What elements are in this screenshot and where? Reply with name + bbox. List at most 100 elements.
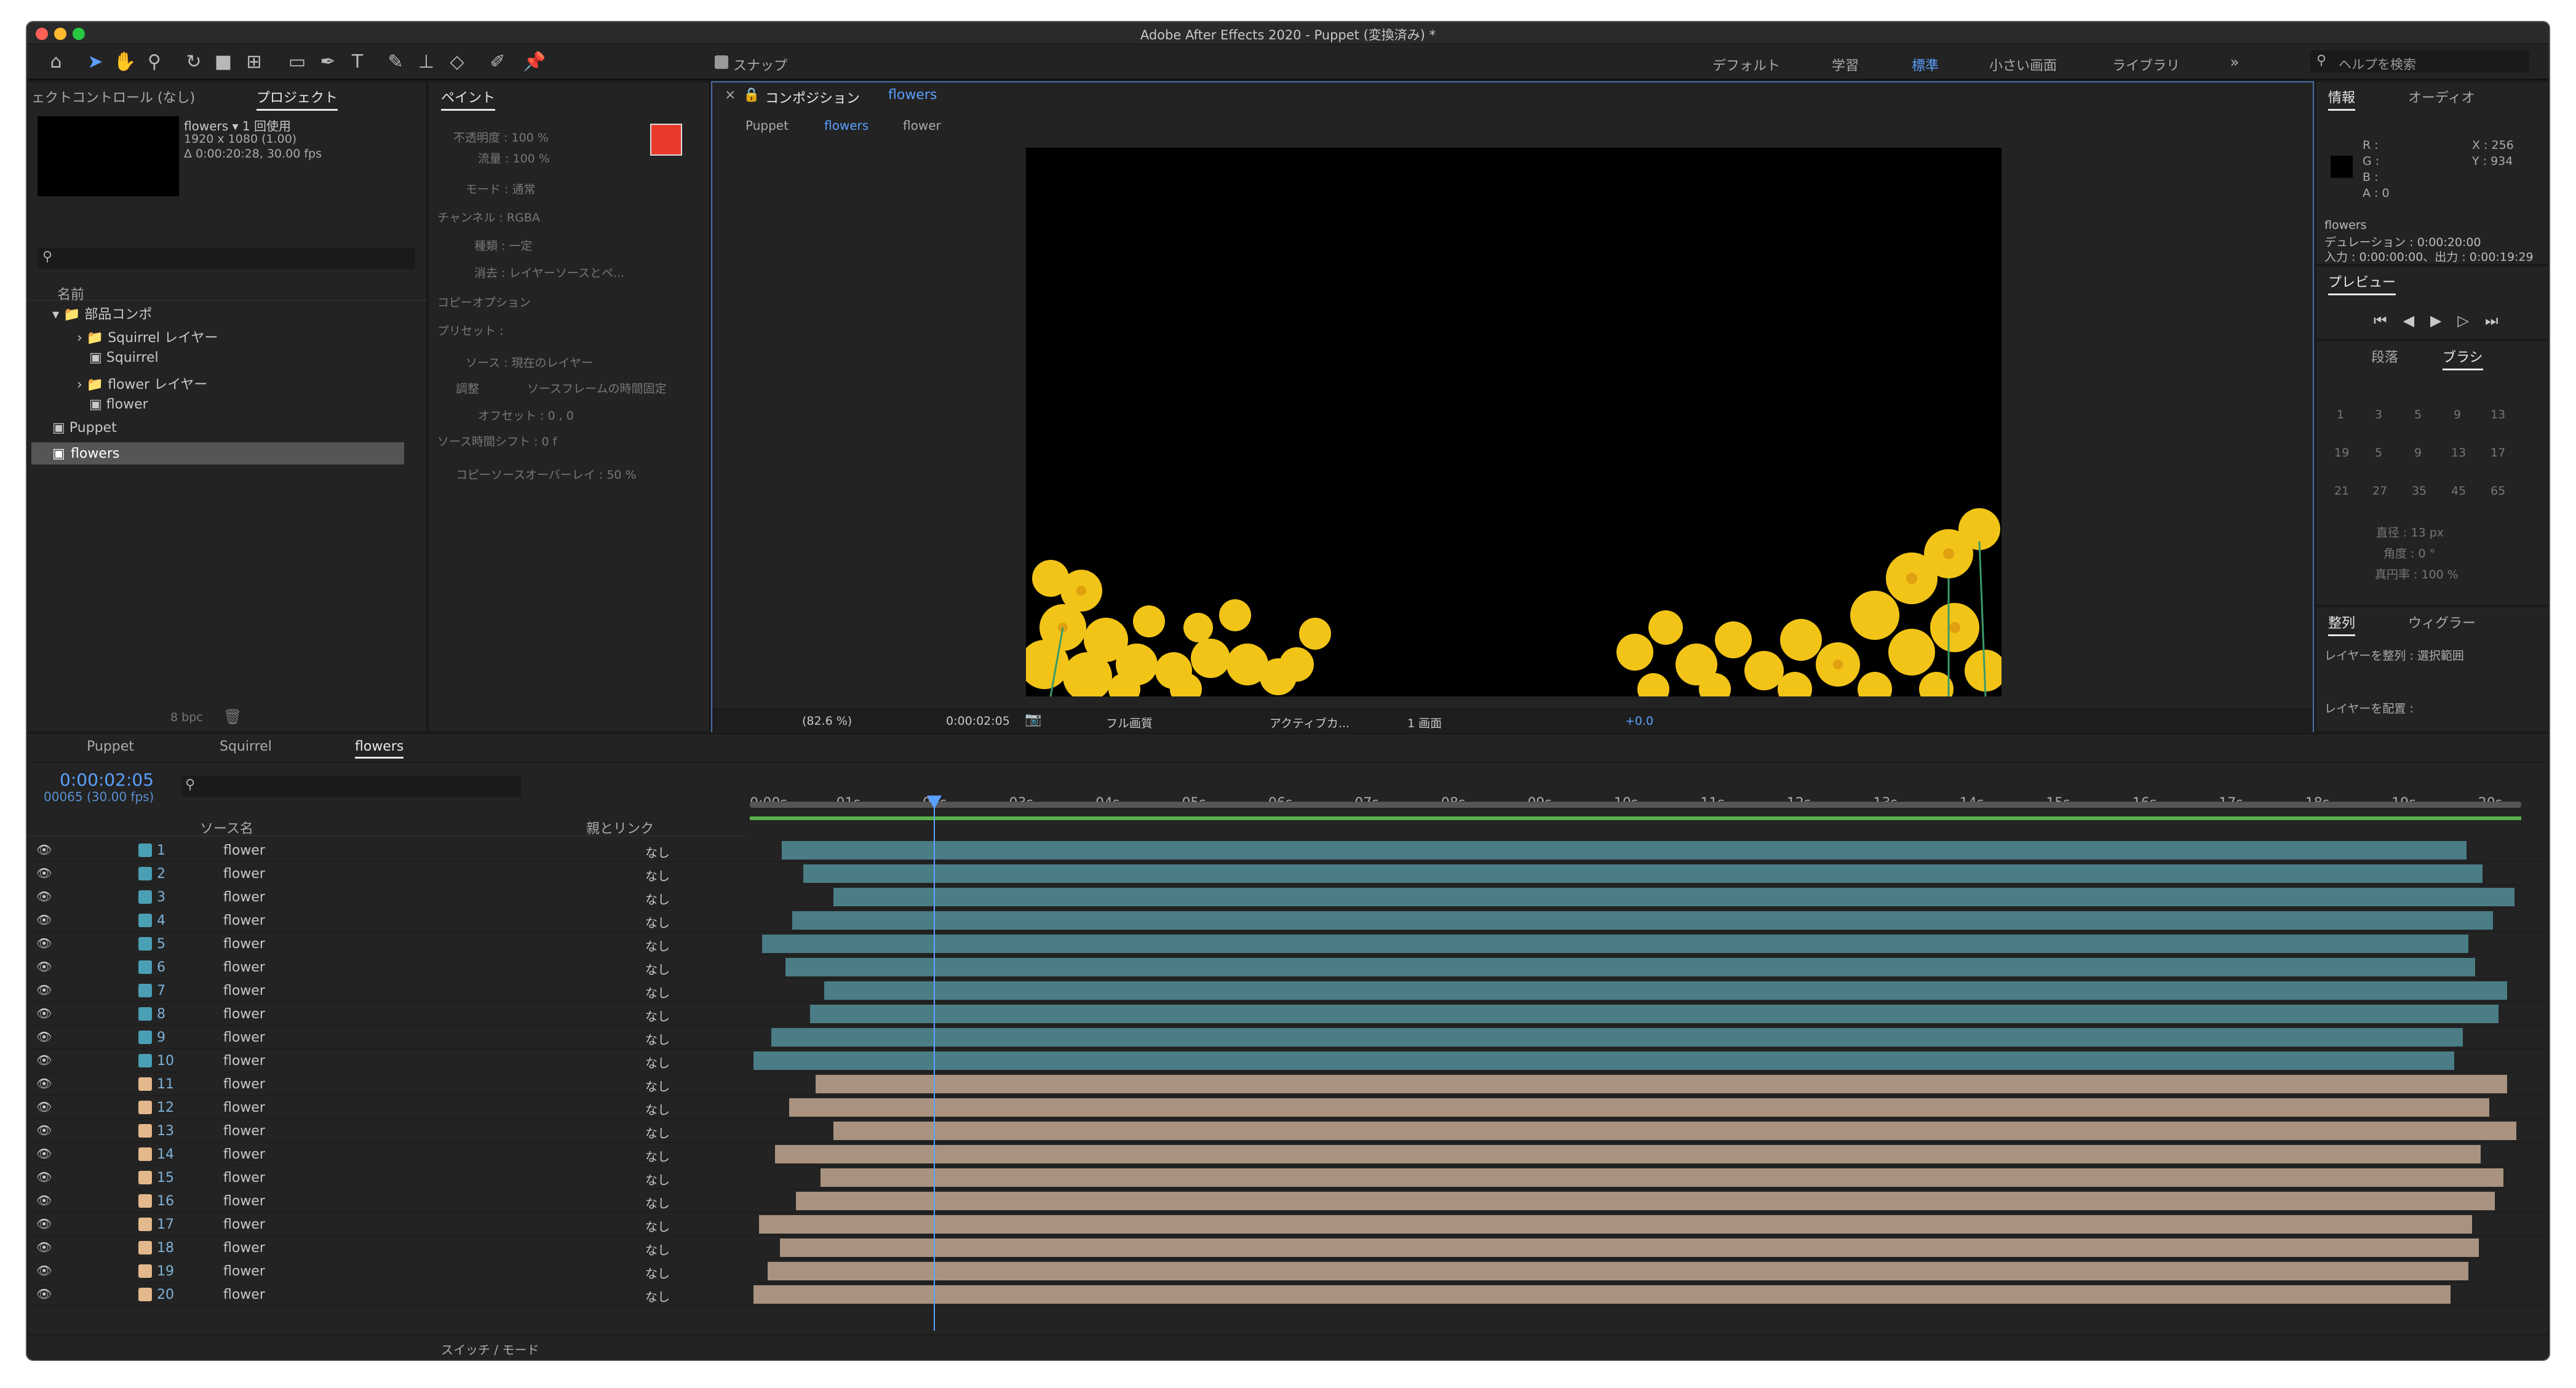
parent-dropdown[interactable]: なし (645, 983, 670, 1001)
layer-duration-bar[interactable] (774, 1145, 2481, 1163)
layer-row[interactable]: 👁 13 flower なし (28, 1119, 2549, 1143)
hand-tool-icon[interactable]: ✋ (113, 50, 137, 74)
visibility-eye-icon[interactable]: 👁 (36, 1123, 52, 1138)
clone-offset[interactable]: オフセット : 0 , 0 (478, 407, 574, 423)
layer-row[interactable]: 👁 14 flower なし (28, 1143, 2549, 1166)
layer-duration-bar[interactable] (762, 935, 2468, 953)
clone-overlay-checkbox[interactable]: コピーソースオーバーレイ : 50 % (456, 466, 637, 482)
parent-dropdown[interactable]: なし (645, 1007, 670, 1024)
composition-viewer[interactable] (1026, 148, 2002, 696)
home-icon[interactable]: ⌂ (44, 50, 68, 74)
paint-duration[interactable]: 種類 : 一定 (474, 237, 532, 253)
tab-timeline-flowers[interactable]: flowers (355, 739, 404, 759)
layer-duration-bar[interactable] (753, 1051, 2454, 1070)
label-color-swatch[interactable] (138, 1077, 152, 1091)
label-color-swatch[interactable] (138, 890, 152, 904)
layer-name[interactable]: flower (223, 866, 265, 882)
layer-name[interactable]: flower (223, 1264, 265, 1279)
paint-opacity[interactable]: 不透明度 : 100 % (453, 129, 549, 145)
visibility-eye-icon[interactable]: 👁 (36, 1076, 52, 1091)
parent-dropdown[interactable]: なし (645, 890, 670, 907)
paint-channel[interactable]: チャンネル : RGBA (437, 209, 540, 225)
layer-duration-bar[interactable] (803, 864, 2483, 883)
label-color-swatch[interactable] (138, 1194, 152, 1208)
trash-icon[interactable]: 🗑 (223, 708, 242, 725)
tab-wiggler[interactable]: ウィグラー (2408, 612, 2476, 632)
label-color-swatch[interactable] (138, 1007, 152, 1021)
zoom-dropdown[interactable]: (82.6 %) (802, 714, 852, 728)
layer-duration-bar[interactable] (792, 911, 2494, 930)
tab-paint[interactable]: ペイント (441, 87, 496, 111)
layer-duration-bar[interactable] (782, 841, 2467, 860)
workspace-libraries[interactable]: ライブラリ (2112, 55, 2180, 74)
layer-duration-bar[interactable] (771, 1028, 2463, 1047)
tab-align[interactable]: 整列 (2328, 612, 2356, 636)
parent-dropdown[interactable]: なし (645, 1123, 670, 1141)
layer-duration-bar[interactable] (789, 1098, 2490, 1117)
layer-name[interactable]: flower (223, 960, 265, 975)
brush-diameter[interactable]: 直径 : 13 px (2376, 524, 2444, 540)
layer-row[interactable]: 👁 8 flower なし (28, 1002, 2549, 1026)
rectangle-tool-icon[interactable]: ▭ (285, 50, 309, 74)
roto-brush-tool-icon[interactable]: ✐ (486, 50, 509, 74)
layer-name[interactable]: flower (223, 1007, 265, 1022)
clone-lock-source-checkbox[interactable]: ソースフレームの時間固定 (527, 380, 666, 396)
layer-name[interactable]: flower (223, 983, 265, 999)
label-color-swatch[interactable] (138, 844, 152, 857)
label-color-swatch[interactable] (138, 1171, 152, 1184)
layer-duration-bar[interactable] (780, 1238, 2479, 1257)
layer-row[interactable]: 👁 20 flower なし (28, 1283, 2549, 1306)
layer-name[interactable]: flower (223, 1217, 265, 1232)
label-color-swatch[interactable] (138, 1241, 152, 1254)
views-dropdown[interactable]: 1 画面 (1407, 714, 1442, 731)
tab-brushes[interactable]: ブラシ (2443, 346, 2483, 370)
pen-tool-icon[interactable]: ✒ (316, 50, 340, 74)
layer-duration-bar[interactable] (815, 1075, 2508, 1093)
visibility-eye-icon[interactable]: 👁 (36, 1146, 52, 1161)
layer-row[interactable]: 👁 7 flower なし (28, 979, 2549, 1002)
breadcrumb-flower[interactable]: flower (903, 118, 941, 133)
tab-audio[interactable]: オーディオ (2408, 87, 2475, 106)
parent-dropdown[interactable]: なし (645, 913, 670, 931)
workspace-learn[interactable]: 学習 (1832, 55, 1859, 74)
visibility-eye-icon[interactable]: 👁 (36, 889, 52, 904)
tab-info[interactable]: 情報 (2328, 87, 2356, 111)
parent-dropdown[interactable]: なし (645, 1030, 670, 1048)
brush-roundness[interactable]: 真円率 : 100 % (2375, 565, 2459, 582)
snap-checkbox[interactable] (715, 55, 728, 69)
layer-name[interactable]: flower (223, 1123, 265, 1139)
work-area-bar[interactable] (750, 802, 2521, 808)
parent-dropdown[interactable]: なし (645, 1240, 670, 1258)
breadcrumb-puppet[interactable]: Puppet (745, 118, 789, 133)
workspace-small-screen[interactable]: 小さい画面 (1989, 55, 2057, 74)
help-search-input[interactable]: ⚲ ヘルプを検索 (2310, 50, 2529, 73)
project-item[interactable]: ▣ Squirrel (89, 350, 159, 365)
layer-row[interactable]: 👁 19 flower なし (28, 1259, 2549, 1283)
layer-row[interactable]: 👁 5 flower なし (28, 932, 2549, 955)
layer-duration-bar[interactable] (833, 1122, 2516, 1140)
foreground-color-swatch[interactable] (650, 124, 682, 156)
parent-dropdown[interactable]: なし (645, 960, 670, 978)
label-color-swatch[interactable] (138, 1054, 152, 1067)
layer-row[interactable]: 👁 4 flower なし (28, 909, 2549, 932)
puppet-pin-tool-icon[interactable]: 📌 (523, 50, 546, 74)
parent-dropdown[interactable]: なし (645, 1287, 670, 1305)
timeline-timecode[interactable]: 0:00:02:05 (60, 770, 154, 790)
exposure-value[interactable]: +0.0 (1625, 714, 1653, 728)
layer-name[interactable]: flower (223, 1053, 265, 1069)
label-color-swatch[interactable] (138, 1124, 152, 1138)
label-color-swatch[interactable] (138, 1288, 152, 1301)
tab-preview[interactable]: プレビュー (2328, 271, 2396, 295)
layer-row[interactable]: 👁 11 flower なし (28, 1072, 2549, 1096)
timeline-search-input[interactable]: ⚲ (181, 776, 521, 797)
column-name[interactable]: 名前 (57, 284, 84, 303)
layer-name[interactable]: flower (223, 936, 265, 952)
visibility-eye-icon[interactable]: 👁 (36, 1286, 52, 1301)
project-item[interactable]: ▣ Puppet (52, 420, 117, 436)
layer-row[interactable]: 👁 16 flower なし (28, 1189, 2549, 1213)
visibility-eye-icon[interactable]: 👁 (36, 1263, 52, 1278)
parent-dropdown[interactable]: なし (645, 866, 670, 884)
layer-duration-bar[interactable] (753, 1285, 2451, 1304)
layer-name[interactable]: flower (223, 1287, 265, 1302)
layer-name[interactable]: flower (223, 1147, 265, 1162)
